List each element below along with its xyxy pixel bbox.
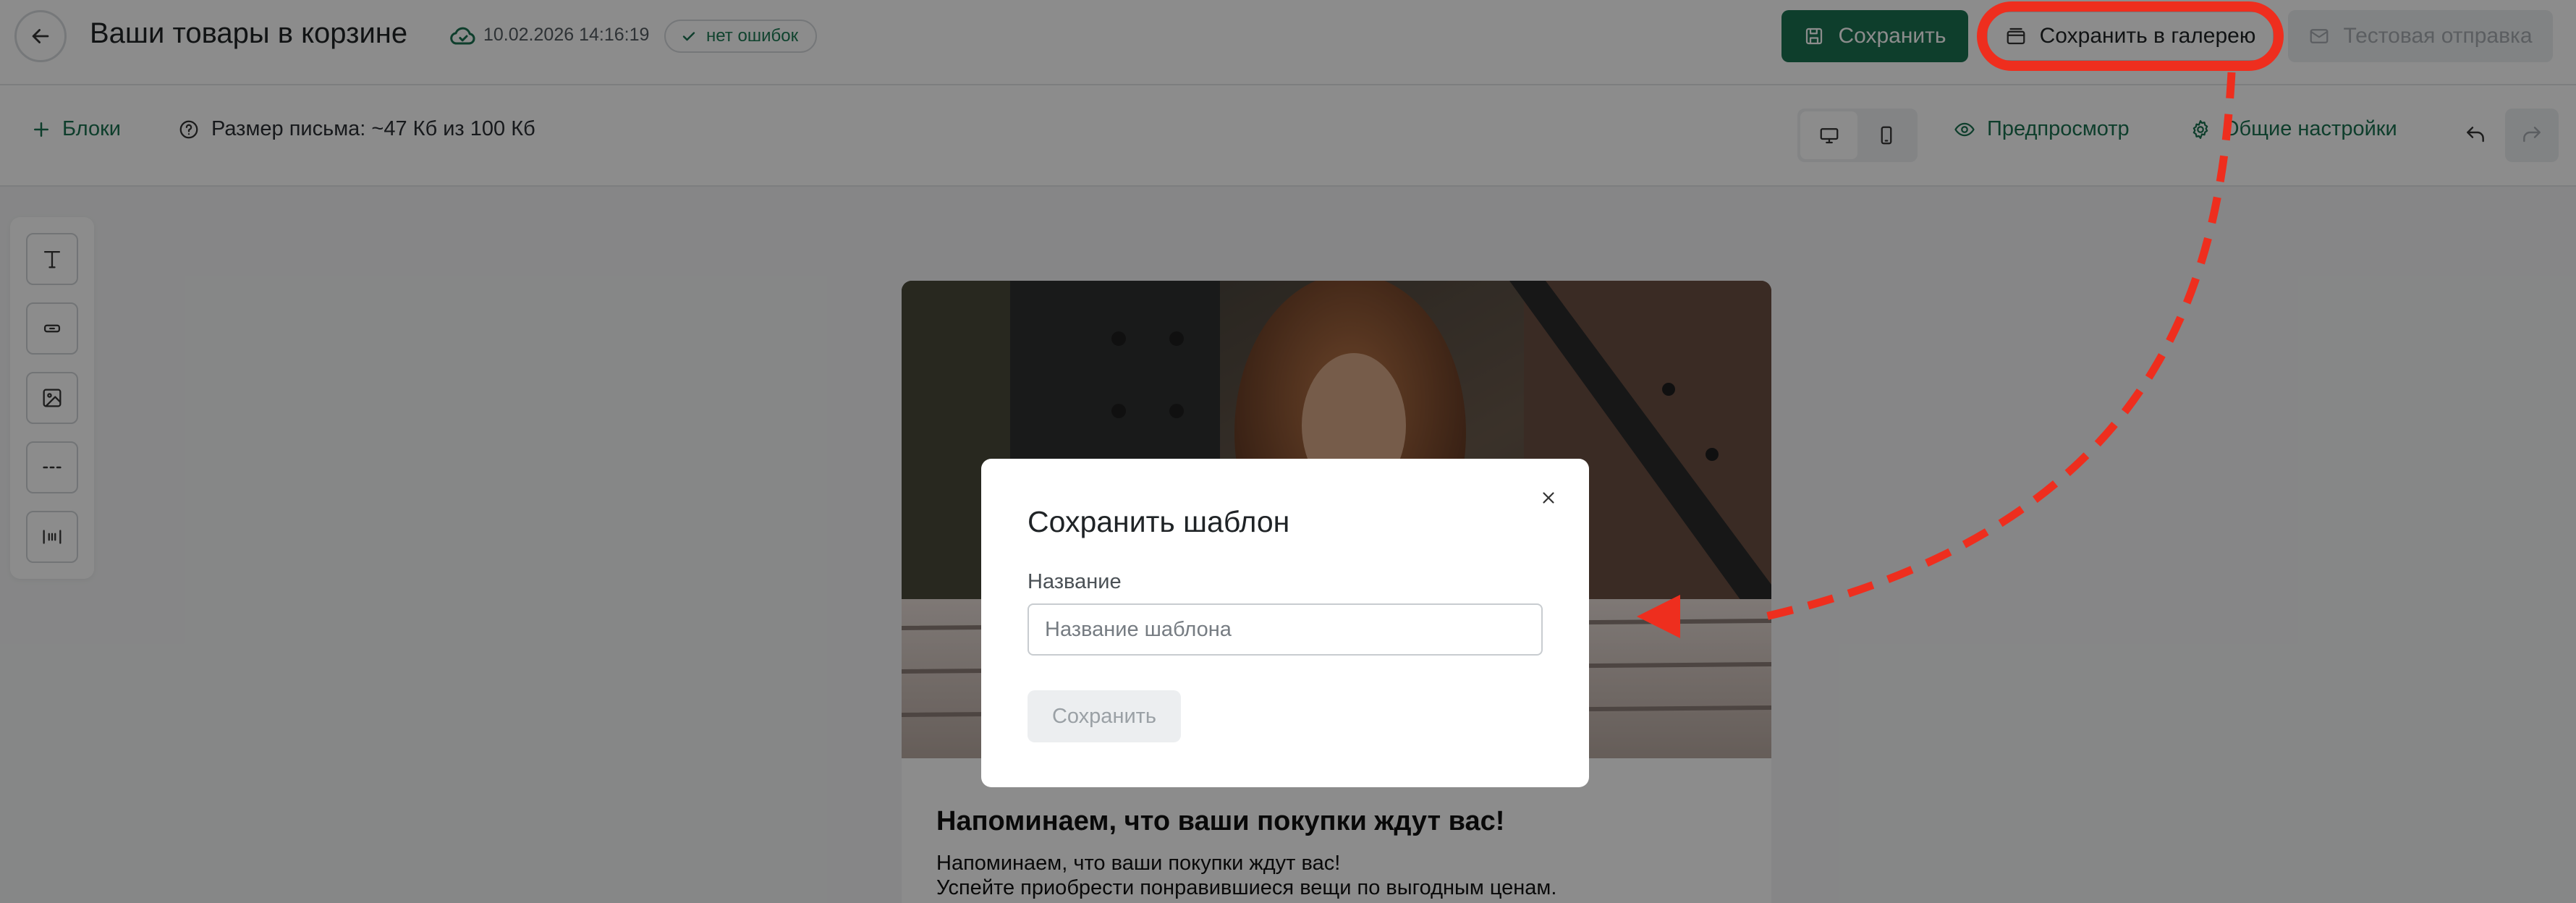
- close-icon: [1543, 492, 1554, 504]
- modal-title: Сохранить шаблон: [1028, 505, 1290, 538]
- email-editor-page: Ваши товары в корзине 10.02.2026 14:16:1…: [0, 0, 2576, 903]
- save-template-modal: Сохранить шаблон Название Сохранить: [981, 459, 1589, 787]
- template-name-label: Название: [1028, 570, 1122, 593]
- modal-save-button[interactable]: Сохранить: [1028, 690, 1181, 742]
- template-name-input[interactable]: [1028, 603, 1543, 656]
- modal-close-button[interactable]: [1534, 483, 1563, 512]
